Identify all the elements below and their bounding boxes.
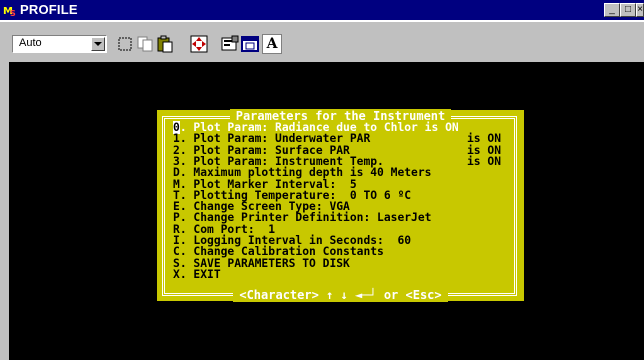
maximize-icon: □ (624, 4, 632, 15)
font-button[interactable]: A (262, 34, 282, 54)
minimize-button[interactable]: _ (604, 3, 620, 17)
dialog-footer-hint: <Character> ↑ ↓ ◄─┘ or <Esc> (157, 288, 524, 302)
menu-item-exit[interactable]: X. EXIT (173, 269, 221, 280)
mark-icon[interactable] (116, 35, 134, 53)
background-icon[interactable] (241, 35, 259, 53)
status-underwater-par: is ON (467, 132, 502, 146)
window-title: PROFILE (20, 2, 78, 17)
properties-icon[interactable] (221, 35, 239, 53)
close-button[interactable]: × (636, 3, 644, 17)
font-icon: A (266, 36, 278, 52)
maximize-button[interactable]: □ (620, 3, 636, 17)
svg-text:S: S (10, 9, 16, 18)
close-icon: × (637, 4, 643, 15)
minimize-icon: _ (609, 4, 615, 15)
chevron-down-icon (94, 42, 102, 46)
font-size-select[interactable]: Auto (12, 35, 107, 53)
copy-icon[interactable] (136, 35, 154, 53)
fullscreen-icon[interactable] (190, 35, 208, 53)
status-instrument-temp: is ON (467, 154, 502, 168)
toolbar-separator (0, 20, 644, 22)
dropdown-button[interactable] (91, 37, 105, 51)
app-icon[interactable]: M S (2, 2, 18, 18)
window-title-bar[interactable]: M S PROFILE _ □ × (0, 0, 644, 20)
parameters-dialog: Parameters for the Instrument 0. Plot Pa… (157, 109, 524, 302)
paste-icon[interactable] (156, 35, 174, 53)
font-size-value: Auto (19, 37, 42, 49)
